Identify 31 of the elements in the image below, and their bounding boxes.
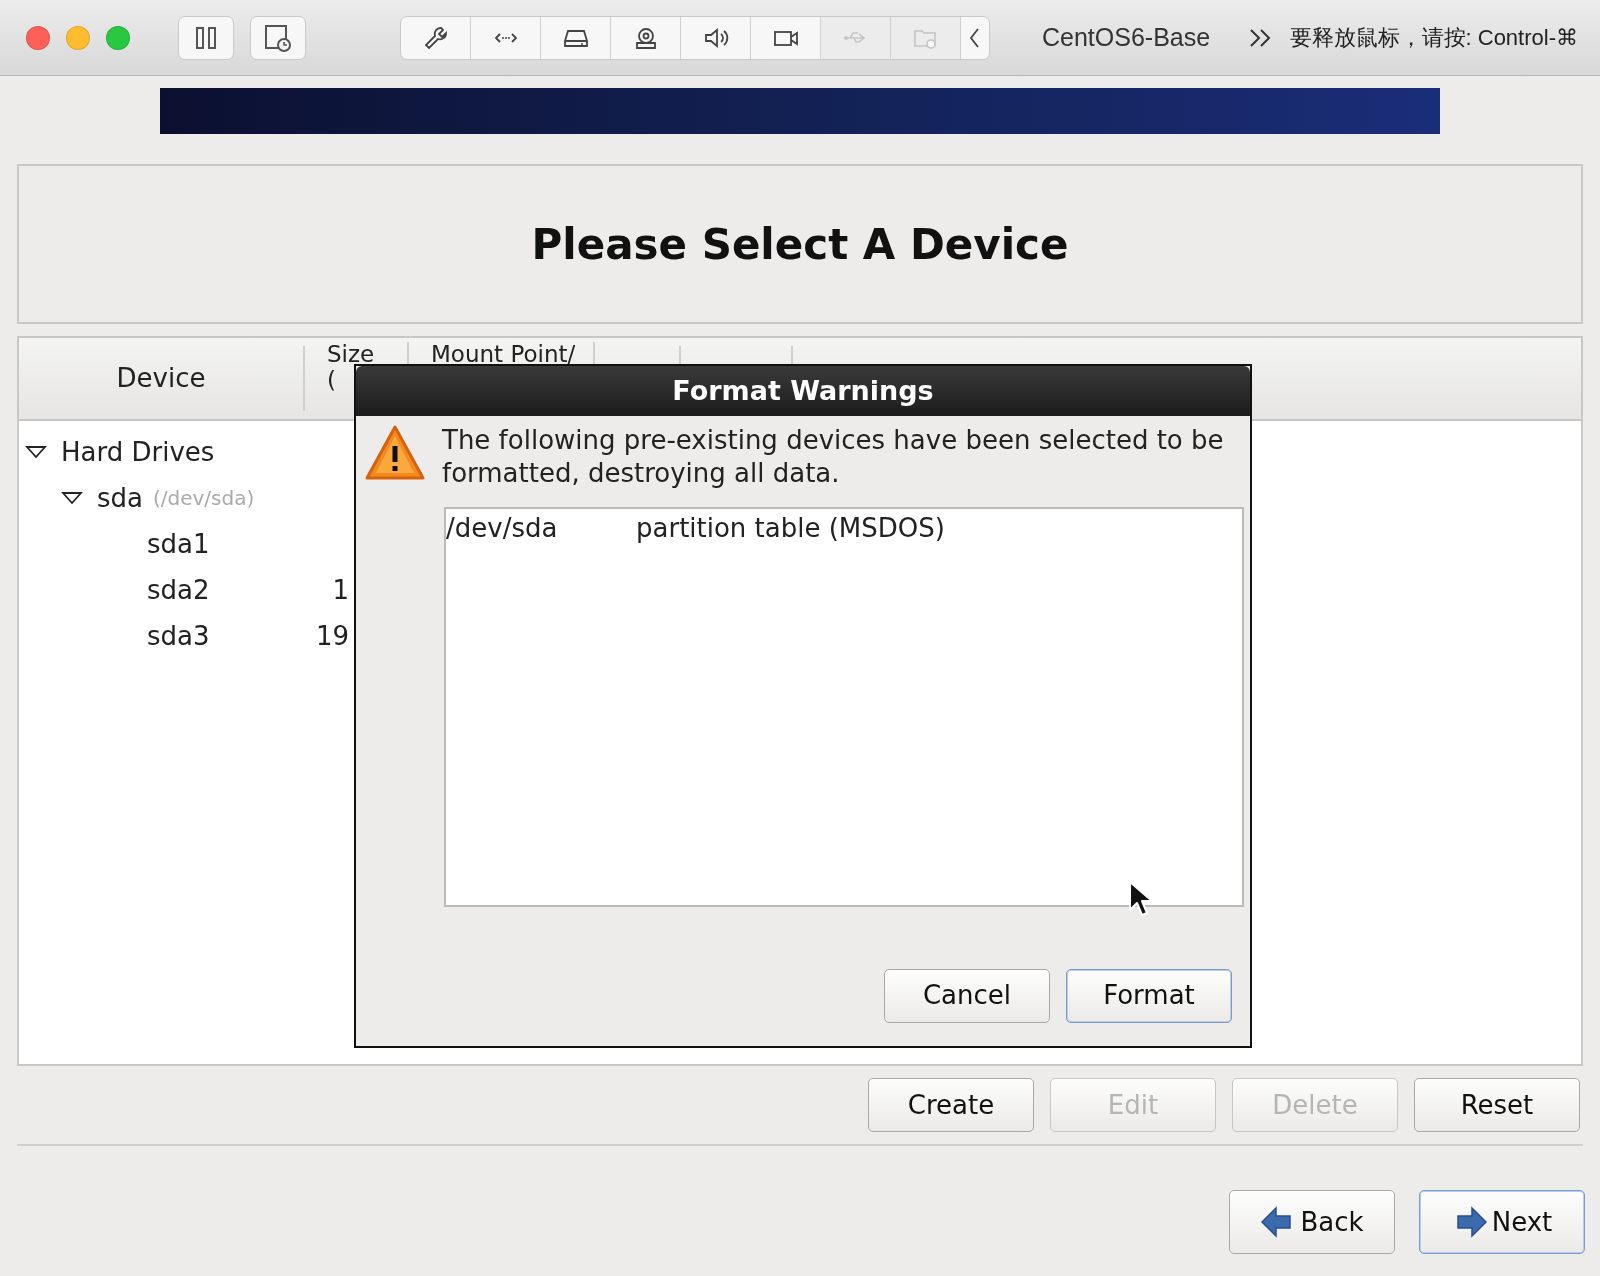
device-name[interactable]: sda2 <box>147 570 210 610</box>
close-button[interactable] <box>26 25 50 50</box>
back-button[interactable]: Back <box>1229 1190 1395 1254</box>
action-button[interactable]: Reset <box>1414 1078 1580 1132</box>
pause-button[interactable] <box>178 15 234 60</box>
snapshot-button[interactable] <box>250 15 306 60</box>
warning-icon <box>364 424 426 482</box>
expanded-triangle-icon[interactable] <box>25 445 47 459</box>
window-title: CentOS6-Base <box>1042 21 1211 53</box>
column-header[interactable]: Mount Point/ <box>431 342 576 368</box>
device-name[interactable]: sda3 <box>147 616 210 656</box>
expanded-triangle-icon[interactable] <box>61 491 83 505</box>
size-value: 1 <box>331 573 349 607</box>
list-cell-text: partition table (MSDOS) <box>636 511 945 545</box>
size-value: 19 <box>314 619 349 653</box>
device-name[interactable]: sda1 <box>147 524 210 564</box>
column-header[interactable]: Device <box>116 362 206 395</box>
dialog-title: Format Warnings <box>356 366 1250 416</box>
pause-icon <box>195 25 217 50</box>
release-mouse-hint: 要释放鼠标，请按: Control-⌘ <box>1289 24 1578 52</box>
dialog-button[interactable]: Cancel <box>884 968 1050 1023</box>
next-button[interactable]: Next <box>1419 1190 1585 1254</box>
action-button[interactable]: Create <box>868 1078 1034 1132</box>
warning-message: The following pre-existing devices have been selected to be formatted, destroying all data. <box>442 424 1225 491</box>
device-name[interactable]: sda <box>97 478 143 518</box>
device-path: (/dev/sda) <box>153 485 255 512</box>
dialog-button[interactable]: Format <box>1066 968 1232 1023</box>
page-title: Please Select A Device <box>531 218 1069 271</box>
list-cell-text: /dev/sda <box>446 511 559 545</box>
clock-document-icon <box>263 22 293 53</box>
device-name[interactable]: Hard Drives <box>61 432 215 472</box>
